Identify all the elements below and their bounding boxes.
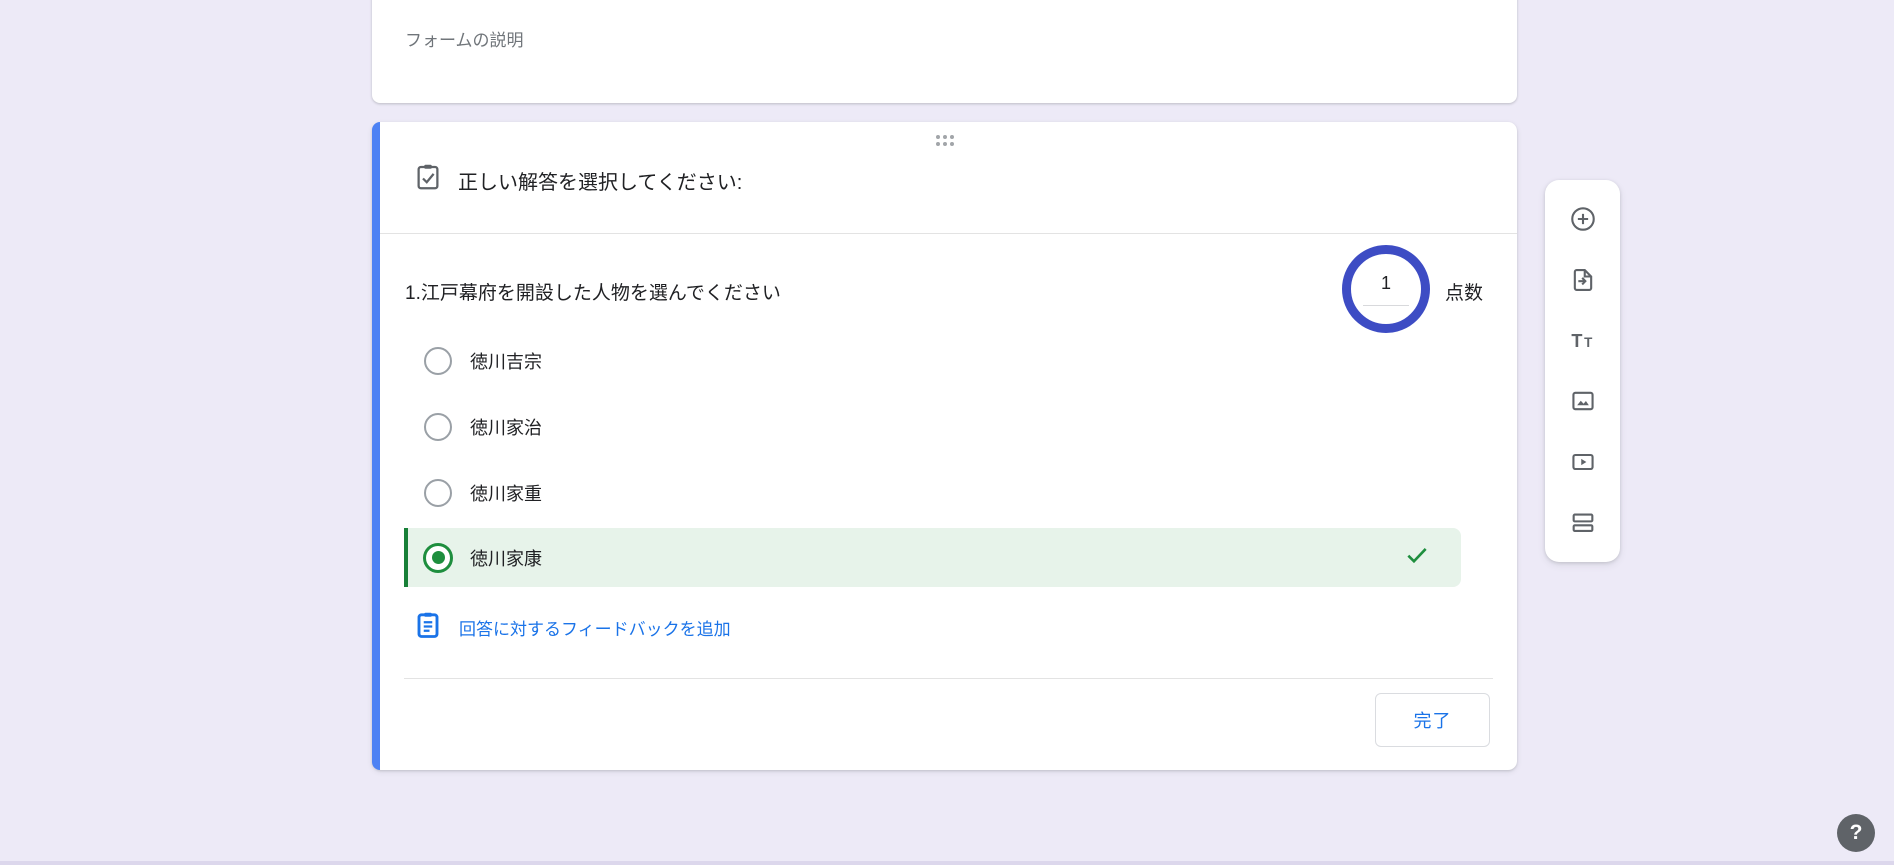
form-description-input[interactable]: フォームの説明 xyxy=(405,26,524,51)
help-button[interactable]: ? xyxy=(1837,814,1875,852)
option-row[interactable]: 徳川家治 xyxy=(424,413,542,441)
option-label: 徳川家治 xyxy=(470,414,542,440)
question-card: 正しい解答を選択してください: 1.江戸幕府を開設した人物を選んでください 1 … xyxy=(372,122,1517,770)
points-value[interactable]: 1 xyxy=(1381,273,1391,293)
radio-selected-icon[interactable] xyxy=(423,543,453,573)
question-text: 1.江戸幕府を開設した人物を選んでください xyxy=(405,278,781,305)
drag-handle-icon[interactable] xyxy=(936,135,954,146)
footer-divider xyxy=(404,678,1493,679)
radio-icon[interactable] xyxy=(424,479,452,507)
option-label: 徳川家康 xyxy=(470,545,542,571)
answer-key-icon xyxy=(413,162,443,192)
correct-answer-bar xyxy=(404,528,408,587)
option-label: 徳川吉宗 xyxy=(470,348,542,374)
add-image-icon[interactable] xyxy=(1569,387,1597,415)
import-questions-icon[interactable] xyxy=(1569,266,1597,294)
option-row[interactable]: 徳川家重 xyxy=(424,479,542,507)
feedback-clipboard-icon xyxy=(413,610,443,645)
floating-toolbar: T T xyxy=(1545,180,1620,562)
add-question-icon[interactable] xyxy=(1569,205,1597,233)
add-feedback-label: 回答に対するフィードバックを追加 xyxy=(459,615,731,640)
answer-key-title: 正しい解答を選択してください: xyxy=(458,166,742,195)
form-description-card: フォームの説明 xyxy=(372,0,1517,103)
radio-icon[interactable] xyxy=(424,347,452,375)
header-divider xyxy=(380,233,1517,234)
add-feedback-link[interactable]: 回答に対するフィードバックを追加 xyxy=(413,610,731,645)
correct-check-icon xyxy=(1404,542,1430,573)
points-label: 点数 xyxy=(1445,278,1483,305)
done-button[interactable]: 完了 xyxy=(1375,693,1490,747)
svg-text:T: T xyxy=(1584,334,1593,349)
points-input[interactable]: 1 xyxy=(1342,245,1430,333)
correct-answer-row[interactable]: 徳川家康 xyxy=(404,528,1461,587)
bottom-edge xyxy=(0,861,1894,865)
add-title-text-icon[interactable]: T T xyxy=(1569,327,1597,355)
radio-icon[interactable] xyxy=(424,413,452,441)
add-section-icon[interactable] xyxy=(1569,509,1597,537)
card-accent-stripe xyxy=(372,122,380,770)
option-label: 徳川家重 xyxy=(470,480,542,506)
points-input-underline xyxy=(1363,305,1409,306)
add-video-icon[interactable] xyxy=(1569,448,1597,476)
svg-text:T: T xyxy=(1571,330,1582,350)
option-row[interactable]: 徳川吉宗 xyxy=(424,347,542,375)
